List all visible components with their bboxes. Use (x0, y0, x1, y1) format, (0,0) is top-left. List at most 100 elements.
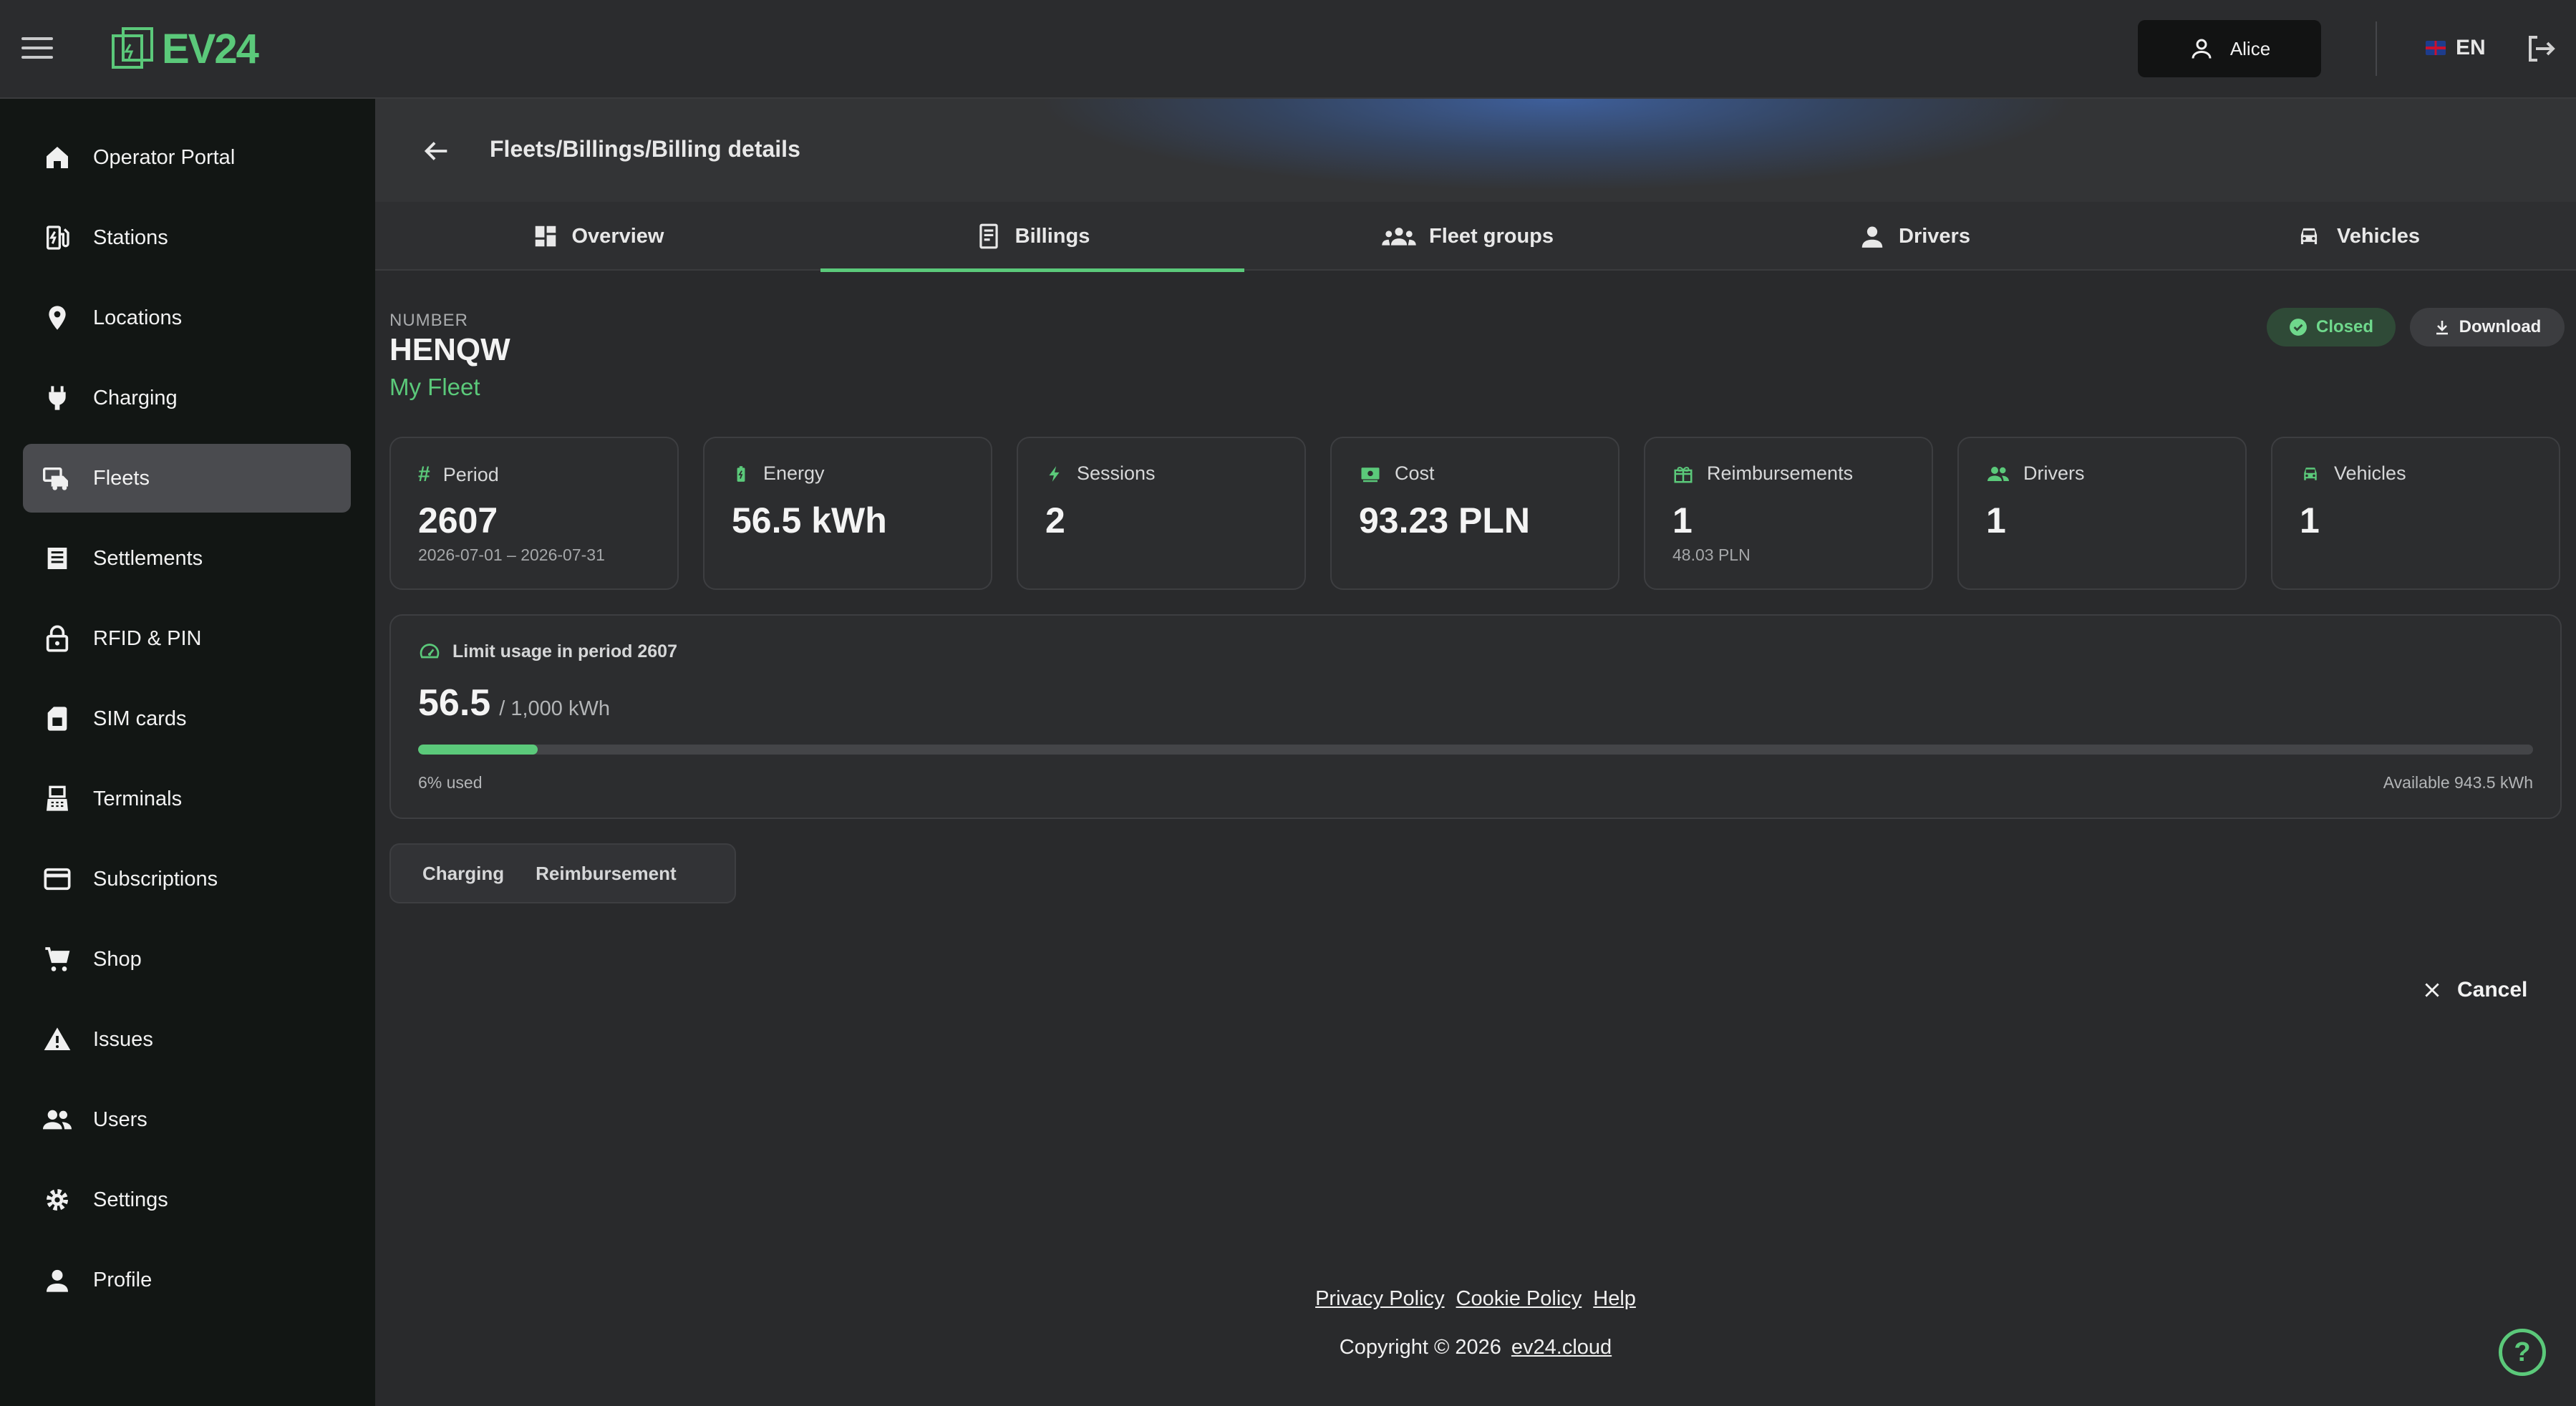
sidebar-item-label: Stations (93, 226, 168, 249)
gift-icon (1674, 466, 1693, 483)
person-icon (40, 1263, 74, 1297)
billing-icon (979, 223, 998, 249)
sidebar-item-issues[interactable]: Issues (23, 1005, 351, 1074)
tab-fleet-groups[interactable]: Fleet groups (1244, 202, 1691, 271)
stat-label: Cost (1395, 462, 1435, 484)
stat-card-reimbursements: Reimbursements 1 48.03 PLN (1644, 437, 1933, 590)
stat-value: 1 (2300, 500, 2320, 540)
fleet-icon (40, 461, 74, 495)
sidebar-item-charging[interactable]: Charging (23, 364, 351, 432)
home-icon (40, 140, 74, 175)
segment-charging[interactable]: Charging (407, 863, 520, 885)
logo-text: EV24 (162, 25, 259, 72)
uk-flag-icon (2426, 41, 2446, 55)
status-badge: Closed (2267, 308, 2396, 346)
tab-drivers[interactable]: Drivers (1691, 202, 2138, 271)
stat-card-drivers: Drivers 1 (1957, 437, 2247, 590)
tab-overview[interactable]: Overview (375, 202, 820, 271)
cancel-button[interactable]: Cancel (2423, 978, 2527, 1002)
billing-number: HENQW (389, 332, 510, 367)
sidebar-item-label: Locations (93, 306, 183, 329)
user-menu-button[interactable]: Alice (2138, 20, 2321, 77)
status-label: Closed (2315, 317, 2373, 336)
sidebar-item-rfid-pin[interactable]: RFID & PIN (23, 604, 351, 673)
back-arrow-icon[interactable] (420, 135, 452, 168)
stat-value: 2 (1045, 500, 1065, 540)
money-icon (1361, 467, 1380, 482)
sidebar-item-label: RFID & PIN (93, 626, 202, 650)
logout-icon[interactable] (2523, 31, 2557, 66)
limit-usage-card: Limit usage in period 2607 56.5 / 1,000 … (389, 614, 2562, 819)
users-icon (1987, 466, 2009, 481)
fleet-name-link[interactable]: My Fleet (389, 374, 480, 401)
copyright: Copyright © 2026 ev24.cloud (375, 1336, 2576, 1359)
terminal-icon (40, 782, 74, 816)
sidebar-item-operator-portal[interactable]: Operator Portal (23, 123, 351, 192)
menu-icon[interactable] (21, 37, 53, 62)
check-circle-icon (2290, 319, 2307, 336)
language-selector[interactable]: EN (2426, 31, 2486, 64)
sidebar-item-fleets[interactable]: Fleets (23, 444, 351, 513)
sidebar-item-stations[interactable]: Stations (23, 203, 351, 272)
stat-card-energy: Energy 56.5 kWh (703, 437, 992, 590)
user-name: Alice (2229, 37, 2271, 59)
sidebar-item-users[interactable]: Users (23, 1085, 351, 1154)
stat-subtext: 2026-07-01 – 2026-07-31 (418, 546, 605, 564)
stat-label: Drivers (2023, 462, 2085, 484)
sidebar-item-label: Charging (93, 386, 178, 409)
privacy-policy-link[interactable]: Privacy Policy (1315, 1287, 1445, 1311)
help-button[interactable]: ? (2499, 1329, 2546, 1376)
sidebar-item-label: Settings (93, 1188, 168, 1211)
copyright-text: Copyright © 2026 (1339, 1336, 1501, 1359)
footer-links: Privacy Policy Cookie Policy Help (375, 1287, 2576, 1311)
plug-icon (40, 381, 74, 415)
top-bar: EV24 Alice EN (0, 0, 2576, 99)
download-button[interactable]: Download (2410, 308, 2565, 346)
sidebar-item-settings[interactable]: Settings (23, 1165, 351, 1234)
tab-label: Fleet groups (1428, 224, 1554, 248)
divider (2376, 21, 2377, 76)
download-icon (2436, 321, 2448, 335)
sidebar-item-label: Shop (93, 947, 142, 971)
sidebar-item-subscriptions[interactable]: Subscriptions (23, 845, 351, 913)
stat-value: 1 (1672, 500, 1693, 540)
tab-billings[interactable]: Billings (820, 202, 1244, 272)
sidebar-item-profile[interactable]: Profile (23, 1246, 351, 1314)
car-icon (2300, 228, 2318, 245)
limit-used-text: 6% used (418, 773, 483, 792)
logo[interactable]: EV24 (110, 23, 259, 74)
sidebar-item-label: Settlements (93, 546, 203, 570)
sidebar: Operator Portal Stations Locations Charg… (0, 99, 375, 1406)
cart-icon (40, 942, 74, 976)
sidebar-item-locations[interactable]: Locations (23, 283, 351, 352)
groups-icon (1382, 228, 1416, 246)
sim-card-icon (40, 702, 74, 736)
dashboard-icon (535, 226, 556, 247)
main-content: Fleets/Billings/Billing details Overview… (375, 99, 2576, 1406)
gear-icon (40, 1183, 74, 1217)
question-icon: ? (2514, 1337, 2531, 1367)
battery-icon (737, 465, 745, 482)
segment-reimbursement[interactable]: Reimbursement (520, 863, 692, 885)
sidebar-item-terminals[interactable]: Terminals (23, 765, 351, 833)
stat-value: 2607 (418, 500, 498, 540)
cookie-policy-link[interactable]: Cookie Policy (1456, 1287, 1582, 1311)
stat-value: 93.23 PLN (1359, 500, 1531, 540)
stat-card-period: # Period 2607 2026-07-01 – 2026-07-31 (389, 437, 679, 590)
users-icon (40, 1102, 74, 1137)
sidebar-item-shop[interactable]: Shop (23, 925, 351, 994)
sidebar-item-sim-cards[interactable]: SIM cards (23, 684, 351, 753)
tab-label: Drivers (1899, 224, 1970, 248)
site-link[interactable]: ev24.cloud (1511, 1336, 1612, 1359)
gauge-icon (420, 644, 440, 659)
breadcrumb: Fleets/Billings/Billing details (490, 136, 800, 162)
tab-vehicles[interactable]: Vehicles (2138, 202, 2576, 271)
tab-bar: Overview Billings Fleet groups Drivers V… (375, 202, 2576, 272)
help-link[interactable]: Help (1593, 1287, 1636, 1311)
sidebar-item-settlements[interactable]: Settlements (23, 524, 351, 593)
limit-progress-fill (418, 745, 538, 755)
stat-subtext: 48.03 PLN (1672, 546, 1751, 564)
stat-label: Sessions (1077, 462, 1156, 484)
location-pin-icon (40, 301, 74, 335)
sidebar-item-label: Users (93, 1107, 147, 1131)
